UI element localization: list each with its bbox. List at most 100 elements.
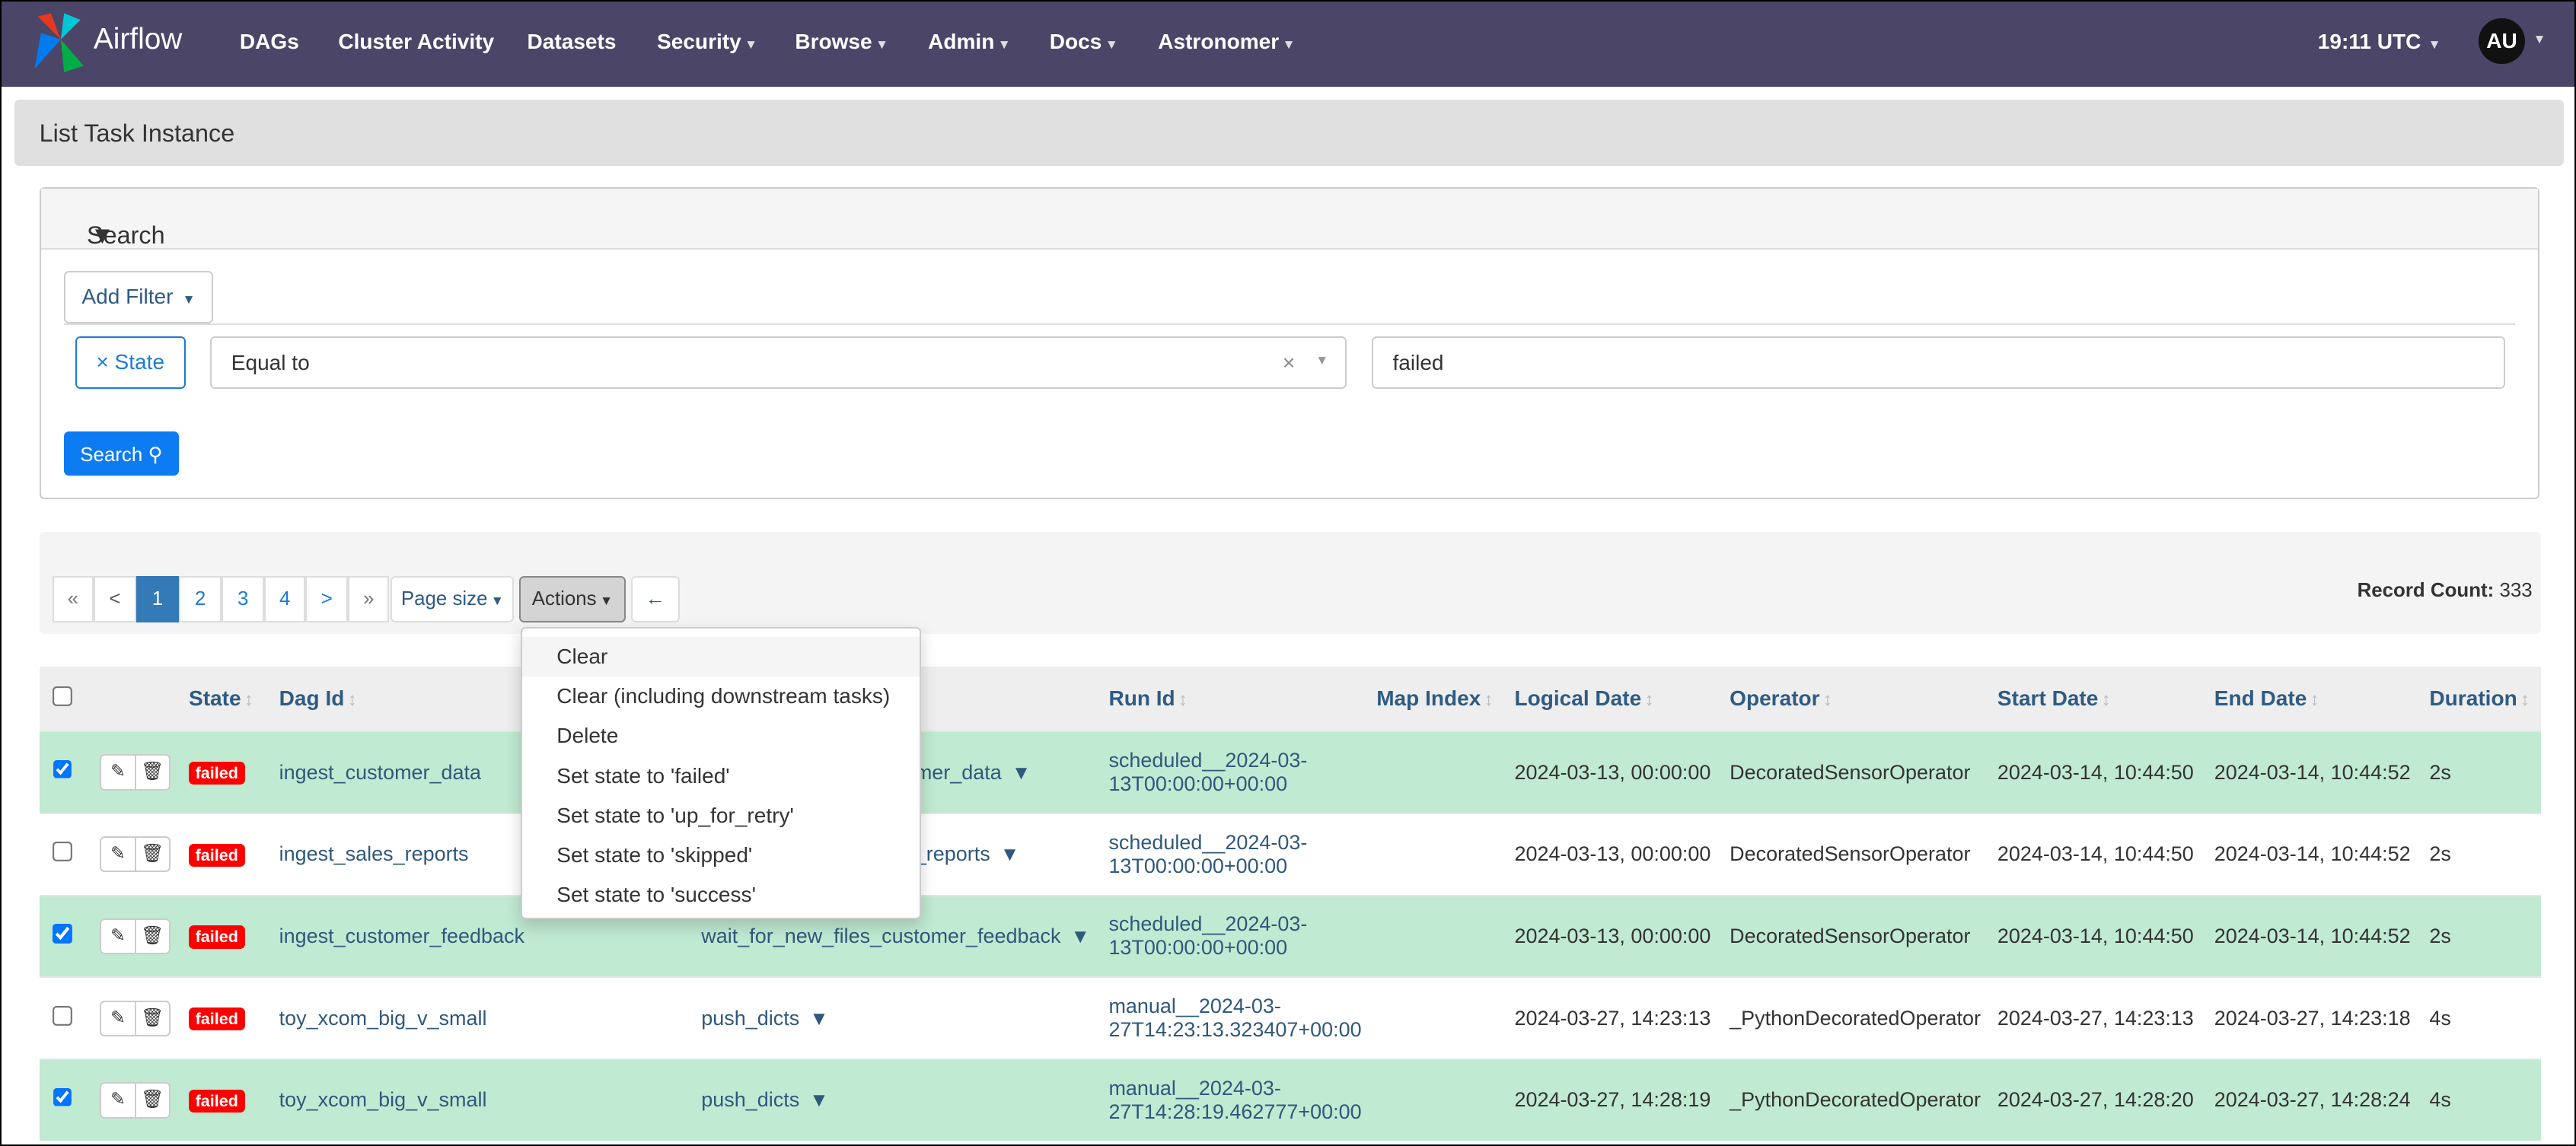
row-select-cell [39,894,88,978]
nav-dags[interactable]: DAGs [240,30,299,54]
page-1[interactable]: 1 [135,576,180,622]
actions-menu-item[interactable]: Set state to 'skipped' [522,836,920,875]
filter-funnel-icon[interactable]: ▼ [809,1008,829,1030]
filter-funnel-icon[interactable]: ▼ [1012,762,1031,784]
clock-timezone[interactable]: 19:11 UTC ▼ [2318,30,2441,54]
page-3[interactable]: 3 [222,576,265,622]
trash-icon[interactable]: 🗑 [134,838,169,871]
trash-icon[interactable]: 🗑 [134,919,169,953]
add-filter-button[interactable]: Add Filter ▼ [63,270,214,323]
actions-dropdown[interactable]: Actions ▼ [518,576,626,622]
task-id-link[interactable]: _reports [915,842,990,865]
page-4[interactable]: 4 [264,576,306,622]
dag-id-link[interactable]: toy_xcom_big_v_small [279,1007,487,1030]
dag-id-link[interactable]: ingest_sales_reports [279,842,469,865]
filter-funnel-icon[interactable]: ▼ [1000,844,1020,865]
brand-name[interactable]: Airflow [94,23,183,56]
nav-datasets[interactable]: Datasets [528,30,617,54]
trash-icon[interactable]: 🗑 [134,756,169,789]
header-dag-id-label: Dag Id [279,686,345,711]
duration-cell: 2s [2416,812,2542,896]
page-next[interactable]: > [305,576,349,622]
actions-menu-item[interactable]: Clear [521,636,920,677]
task-id-link[interactable]: push_dicts [701,1007,799,1030]
search-panel-header[interactable]: Search ▼ [40,188,2539,250]
status-badge: failed [188,761,245,785]
run-id-link[interactable]: scheduled__2024-03- 13T00:00:00+00:00 [1108,831,1307,877]
actions-menu-item[interactable]: Clear (including downstream tasks) [522,676,920,716]
table-row: ✎ 🗑 failed ingest_customer_data mer_data ▼… [39,731,2542,813]
header-map-index[interactable]: Map Index ↕ [1363,666,1502,732]
dag-id-link[interactable]: ingest_customer_data [279,761,481,784]
airflow-logo-icon[interactable] [31,10,91,75]
actions-menu-item[interactable]: Set state to 'up_for_retry' [522,796,920,836]
table-row: ✎ 🗑 failed ingest_sales_reports _reports ▼… [39,812,2542,896]
header-run-id[interactable]: Run Id ↕ [1095,666,1363,732]
nav-cluster-activity[interactable]: Cluster Activity [338,30,494,54]
header-state[interactable]: State ↕ [175,666,266,732]
operator-cell: DecoratedSensorOperator [1716,894,1985,978]
edit-icon[interactable]: ✎ [101,920,134,953]
row-checkbox[interactable] [52,924,72,944]
user-avatar[interactable]: AU [2479,18,2525,64]
search-button[interactable]: Search ⚲ [63,431,179,476]
state-cell: failed [175,731,266,813]
nav-security[interactable]: Security ▼ [657,30,757,54]
dag-id-link[interactable]: toy_xcom_big_v_small [279,1088,487,1111]
edit-icon[interactable]: ✎ [101,1002,134,1035]
nav-astronomer[interactable]: Astronomer ▼ [1158,30,1295,54]
run-id-link[interactable]: scheduled__2024-03- 13T00:00:00+00:00 [1108,912,1307,959]
page-2[interactable]: 2 [179,576,222,622]
page-first[interactable]: « [52,576,94,622]
end-date-cell: 2024-03-27, 14:28:24 [2201,1058,2417,1141]
sort-icon: ↕ [244,690,253,711]
filter-funnel-icon[interactable]: ▼ [1070,926,1090,947]
edit-icon[interactable]: ✎ [101,756,134,788]
divider [63,323,2515,325]
header-duration[interactable]: Duration ↕ [2416,666,2542,732]
page-prev[interactable]: < [93,576,136,622]
edit-icon[interactable]: ✎ [101,1084,134,1116]
filter-operator-select[interactable]: Equal to × ▼ [209,336,1347,390]
row-checkbox[interactable] [52,1005,72,1026]
run-id-line-1: scheduled__2024-03- [1108,912,1308,936]
run-id-link[interactable]: manual__2024-03- 27T14:28:19.462777+00:00 [1108,1077,1361,1123]
header-end-date[interactable]: End Date ↕ [2201,666,2417,732]
page-size-dropdown[interactable]: Page size ▼ [391,576,515,622]
row-checkbox[interactable] [52,759,72,780]
clear-select-icon[interactable]: × [1283,351,1295,375]
nav-admin[interactable]: Admin ▼ [928,30,1011,54]
trash-icon[interactable]: 🗑 [134,1084,169,1117]
header-operator[interactable]: Operator ↕ [1716,666,1985,732]
actions-menu-item[interactable]: Delete [522,716,920,756]
header-start-date[interactable]: Start Date ↕ [1984,666,2201,732]
run-id-cell: scheduled__2024-03- 13T00:00:00+00:00 [1095,731,1363,813]
nav-astronomer-label: Astronomer [1158,29,1280,53]
back-button[interactable]: ← [630,576,681,622]
actions-menu-item[interactable]: Set state to 'failed' [522,756,920,796]
task-id-link[interactable]: wait_for_new_files_customer_feedback [701,925,1060,947]
caret-down-icon[interactable]: ▼ [2533,31,2546,47]
edit-icon[interactable]: ✎ [101,838,134,871]
run-id-link[interactable]: manual__2024-03- 27T14:23:13.323407+00:00 [1108,995,1361,1041]
task-id-link[interactable]: push_dicts [701,1088,799,1111]
row-checkbox[interactable] [52,842,72,862]
trash-icon[interactable]: 🗑 [134,1001,169,1035]
map-index-cell [1363,812,1502,896]
nav-docs-label: Docs [1049,29,1102,53]
dag-id-link[interactable]: ingest_customer_feedback [279,925,524,947]
page-title: List Task Instance [39,119,235,148]
filter-funnel-icon[interactable]: ▼ [809,1090,829,1111]
select-all-checkbox[interactable] [52,686,72,706]
row-checkbox[interactable] [52,1087,72,1108]
nav-browse[interactable]: Browse ▼ [795,30,888,54]
page-last[interactable]: » [348,576,390,622]
run-id-link[interactable]: scheduled__2024-03- 13T00:00:00+00:00 [1108,749,1307,795]
actions-menu-item[interactable]: Set state to 'success' [522,875,920,915]
filter-value-input[interactable]: failed [1371,336,2505,390]
header-logical-date[interactable]: Logical Date ↕ [1501,666,1717,732]
nav-docs[interactable]: Docs ▼ [1050,30,1118,54]
remove-state-filter-button[interactable]: × State [75,336,186,390]
task-id-link[interactable]: mer_data [915,761,1002,784]
row-select-cell [39,812,88,896]
